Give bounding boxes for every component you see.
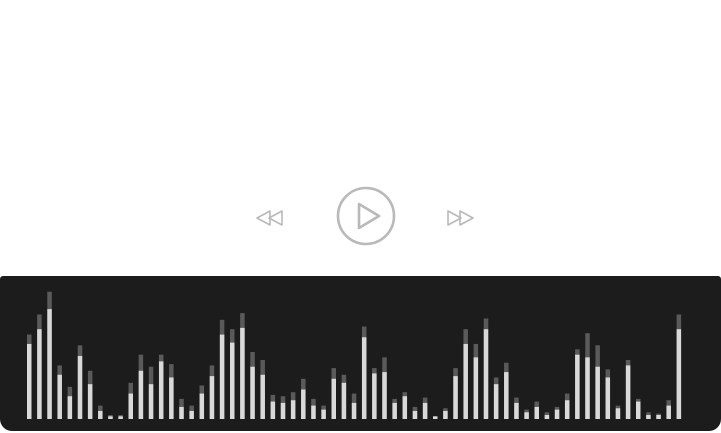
spectrum-bar [189, 410, 194, 419]
spectrum-bar [341, 382, 347, 419]
spectrum-bar [656, 414, 661, 419]
spectrum-bar [290, 400, 296, 419]
spectrum-bar [199, 393, 205, 419]
spectrum-bar [361, 337, 367, 419]
spectrum-bar [564, 400, 570, 419]
spectrum-bar [392, 402, 397, 419]
media-player [0, 0, 721, 433]
play-icon [336, 186, 396, 246]
spectrum-bar [87, 384, 93, 419]
spectrum-bar [463, 343, 468, 419]
spectrum-bar [524, 412, 529, 419]
spectrum-bar [27, 343, 32, 419]
spectrum-bar [98, 410, 103, 419]
spectrum-bar [250, 366, 255, 419]
spectrum-bar [443, 410, 448, 419]
spectrum-bar [493, 384, 499, 419]
spectrum-bar [453, 376, 458, 419]
spectrum-bar [473, 357, 479, 419]
spectrum-bar [47, 309, 52, 419]
spectrum-bar [128, 393, 133, 419]
spectrum-bar [575, 354, 580, 419]
spectrum-bar [544, 414, 550, 419]
spectrum-bar [321, 409, 326, 419]
spectrum-bar [422, 402, 428, 419]
fast-forward-icon [447, 210, 474, 226]
spectrum-bar [646, 414, 651, 419]
spectrum-bars [27, 291, 682, 419]
audio-visualizer [0, 276, 721, 431]
spectrum-bar [219, 334, 225, 419]
playback-controls [0, 185, 721, 247]
spectrum-bar [351, 402, 357, 419]
spectrum-bar [280, 402, 286, 419]
spectrum-bar [625, 365, 631, 419]
spectrum-bar [57, 374, 62, 419]
spectrum-bar [412, 410, 418, 419]
spectrum-bar [595, 366, 600, 419]
spectrum-bar [402, 396, 408, 419]
spectrum-bar [108, 416, 113, 419]
spectrum-bar [260, 374, 265, 419]
spectrum-bar [382, 372, 387, 419]
spectrum-bar [433, 416, 438, 419]
spectrum-bar [605, 377, 611, 419]
spectrum-bar [585, 357, 590, 419]
spectrum-bar [230, 342, 235, 419]
spectrum-bar [118, 416, 123, 419]
spectrum-bar [534, 406, 539, 419]
rewind-button[interactable] [254, 207, 286, 229]
spectrum-bar [514, 402, 519, 419]
spectrum-bar [138, 370, 144, 419]
spectrum-bar [270, 401, 276, 419]
spectrum-bar [554, 409, 560, 419]
spectrum-bar [483, 329, 489, 419]
spectrum-bar [179, 406, 184, 419]
spectrum-bar [372, 373, 377, 419]
spectrum-bar [67, 396, 73, 419]
spectrum-bar [169, 377, 174, 419]
spectrum-bar [676, 329, 682, 419]
fast-forward-button[interactable] [444, 207, 476, 229]
spectrum-bar [37, 329, 42, 419]
spectrum-bar [148, 384, 154, 419]
spectrum-bar [615, 408, 621, 419]
spectrum-bar [666, 405, 671, 419]
spectrum-bar [158, 361, 164, 419]
rewind-icon [256, 210, 283, 226]
spectrum-bar [311, 405, 316, 419]
spectrum-bar [209, 376, 215, 419]
spectrum-bar [504, 372, 509, 419]
play-button[interactable] [335, 185, 397, 247]
spectrum-bar [636, 401, 641, 419]
spectrum-bar [301, 389, 306, 419]
spectrum-bar [77, 356, 83, 419]
spectrum-bar [331, 378, 336, 419]
spectrum-bar [240, 327, 245, 419]
